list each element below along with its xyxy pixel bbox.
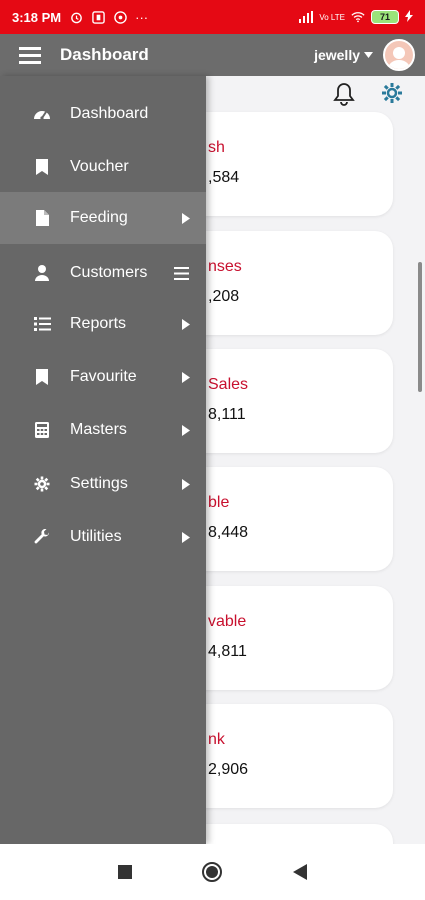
lines-icon (173, 266, 189, 280)
menu-item-label: Voucher (70, 158, 129, 175)
card-value: ,584 (208, 169, 240, 186)
signal-icon (299, 10, 314, 24)
menu-item-favourite[interactable]: Favourite (0, 351, 206, 403)
menu-item-label: Utilities (70, 528, 122, 545)
menu-item-feeding[interactable]: Feeding (0, 192, 206, 244)
back-icon[interactable] (288, 860, 312, 884)
bell-icon[interactable] (333, 82, 355, 111)
menu-item-label: Favourite (70, 368, 137, 385)
menu-icon[interactable] (0, 34, 60, 76)
chevron-right-icon (181, 478, 191, 490)
menu-item-voucher[interactable]: Voucher (0, 141, 206, 193)
status-right: Vo LTE 71 (299, 9, 413, 25)
card-value: 4,811 (208, 643, 247, 660)
status-left: 3:18 PM ··· (12, 10, 148, 25)
summary-card[interactable]: Sales 8,111 (188, 349, 393, 453)
file-icon (33, 209, 51, 227)
wifi-icon (351, 10, 365, 24)
alarm-icon (69, 10, 83, 24)
menu-item-label: Dashboard (70, 105, 149, 122)
gear-icon (33, 475, 51, 493)
card-value: 8,448 (208, 524, 249, 541)
scrollbar[interactable] (418, 262, 422, 392)
content-toolbar (333, 82, 403, 111)
app-icon (113, 10, 127, 24)
avatar[interactable] (383, 39, 415, 71)
gear-icon[interactable] (381, 82, 403, 111)
chevron-right-icon (181, 212, 191, 224)
menu-item-customers[interactable]: Customers (0, 247, 206, 299)
navigation-drawer: Dashboard Voucher Feeding Customers Repo… (0, 76, 206, 844)
card-title: nses (208, 258, 242, 275)
app-header: Dashboard jewelly (0, 34, 425, 76)
network-label: Vo LTE (319, 12, 345, 22)
user-menu[interactable]: jewelly (314, 47, 373, 63)
summary-card[interactable]: nk 2,906 (188, 704, 393, 808)
card-title: nk (208, 731, 225, 748)
bookmark-icon (33, 368, 51, 386)
summary-card[interactable]: sh ,584 (188, 112, 393, 216)
summary-card[interactable]: ble 8,448 (188, 467, 393, 571)
chevron-right-icon (181, 371, 191, 383)
chevron-right-icon (181, 424, 191, 436)
card-title: sh (208, 139, 225, 156)
system-nav-bar (0, 844, 425, 900)
recents-icon[interactable] (113, 860, 137, 884)
user-name: jewelly (314, 47, 360, 63)
menu-item-label: Feeding (70, 209, 128, 226)
calculator-icon (33, 421, 51, 439)
chevron-down-icon (364, 52, 373, 58)
card-title: ble (208, 494, 230, 511)
home-icon[interactable] (200, 860, 224, 884)
notification-icon (91, 10, 105, 24)
menu-item-label: Masters (70, 421, 127, 438)
card-title: Sales (208, 376, 249, 393)
card-value: 8,111 (208, 406, 246, 423)
menu-item-masters[interactable]: Masters (0, 404, 206, 456)
more-notifications: ··· (135, 9, 149, 25)
chevron-right-icon (181, 531, 191, 543)
status-time: 3:18 PM (12, 9, 62, 25)
summary-card[interactable]: vable 4,811 (188, 586, 393, 690)
card-title: vable (208, 613, 247, 630)
card-value: ,208 (208, 288, 240, 305)
card-value: 2,906 (208, 761, 249, 778)
menu-item-reports[interactable]: Reports (0, 298, 206, 350)
menu-item-label: Reports (70, 315, 127, 332)
header-right: jewelly (314, 39, 425, 71)
wrench-icon (33, 528, 51, 546)
summary-card[interactable] (188, 824, 393, 844)
menu-item-label: Customers (70, 264, 148, 281)
chevron-right-icon (181, 318, 191, 330)
charging-icon (405, 9, 413, 25)
menu-item-settings[interactable]: Settings (0, 458, 206, 510)
page-title: Dashboard (60, 45, 149, 64)
status-bar: 3:18 PM ··· Vo LTE 71 (0, 0, 425, 34)
battery-icon: 71 (371, 10, 399, 24)
menu-item-utilities[interactable]: Utilities (0, 511, 206, 563)
summary-card[interactable]: nses ,208 (188, 231, 393, 335)
list-icon (33, 315, 51, 333)
menu-item-label: Settings (70, 475, 128, 492)
speedometer-icon (33, 105, 51, 123)
bookmark-icon (33, 158, 51, 176)
person-icon (33, 264, 51, 282)
menu-item-dashboard[interactable]: Dashboard (0, 88, 206, 140)
